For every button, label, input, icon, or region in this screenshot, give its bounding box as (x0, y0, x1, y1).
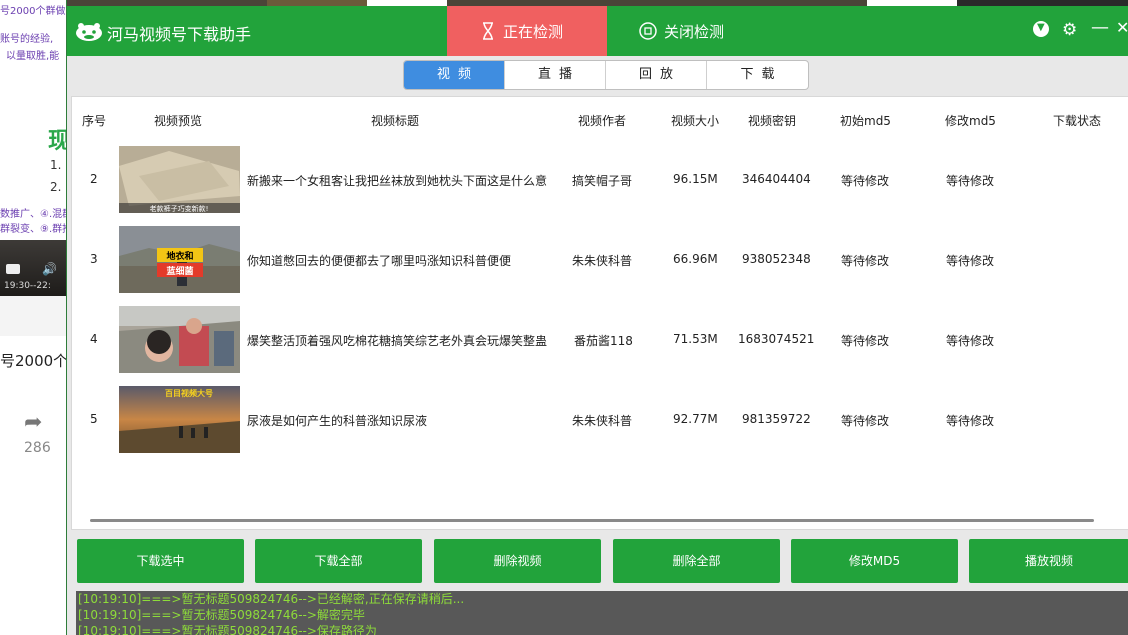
video-table: 序号 视频预览 视频标题 视频作者 视频大小 视频密钥 初始md5 修改md5 … (71, 96, 1128, 530)
stop-circle-icon (639, 22, 657, 40)
row-md5-init: 等待修改 (841, 174, 890, 188)
horizontal-scrollbar[interactable] (90, 519, 1094, 522)
row-md5-mod: 等待修改 (946, 174, 995, 188)
video-thumbnail[interactable]: 地衣和 蓝细菌 (119, 226, 240, 293)
col-key: 视频密钥 (748, 114, 797, 128)
log-line: [10:19:10]===>暂无标题509824746-->解密完毕 (78, 608, 365, 622)
tab-download[interactable]: 下载 (707, 61, 808, 89)
share-count: 286 (24, 440, 51, 456)
minimize-icon[interactable]: — (1091, 17, 1109, 38)
table-header: 序号 视频预览 视频标题 视频作者 视频大小 视频密钥 初始md5 修改md5 … (72, 105, 1128, 135)
tab-close-detect-label: 关闭检测 (664, 23, 725, 41)
volume-icon[interactable]: 🔊 (42, 262, 57, 276)
row-size: 96.15M (673, 172, 718, 186)
share-icon[interactable]: ➦ (24, 410, 42, 435)
tab-close-detect[interactable]: 关闭检测 (637, 6, 777, 56)
bg-text: 账号的经验, (0, 34, 54, 45)
col-index: 序号 (82, 114, 107, 128)
row-key: 938052348 (742, 252, 811, 266)
hourglass-icon (483, 22, 493, 40)
row-title: 新搬来一个女租客让我把丝袜放到她枕头下面这是什么意 (247, 174, 548, 188)
app-title: 河马视频号下载助手 (107, 25, 252, 44)
log-console[interactable]: [10:19:10]===>暂无标题509824746-->已经解密,正在保存请… (76, 591, 1128, 635)
tab-video[interactable]: 视频 (404, 61, 505, 89)
row-md5-mod: 等待修改 (946, 254, 995, 268)
bg-text: 号2000个群 (0, 352, 68, 370)
col-title: 视频标题 (371, 114, 420, 128)
row-md5-init: 等待修改 (841, 334, 890, 348)
log-line: [10:19:10]===>暂无标题509824746-->保存路径为 (78, 624, 377, 635)
app-logo-icon (76, 23, 102, 41)
bg-video-time: 19:30--22: (4, 281, 51, 291)
tab-detecting[interactable]: 正在检测 (447, 6, 607, 56)
row-key: 1683074521 (738, 332, 815, 346)
row-author: 朱朱侠科普 (572, 254, 633, 268)
category-tabs: 视频 直播 回放 下载 (403, 60, 809, 90)
tab-replay[interactable]: 回放 (606, 61, 707, 89)
download-all-button[interactable]: 下载全部 (255, 539, 422, 583)
thumb-caption: 百目视频大号 (165, 388, 213, 398)
col-author: 视频作者 (578, 114, 627, 128)
col-preview: 视频预览 (154, 114, 203, 128)
bg-list-num: 1. (50, 158, 62, 172)
delete-video-button[interactable]: 删除视频 (434, 539, 601, 583)
bg-text: 以量取胜,能 (6, 51, 60, 62)
row-md5-init: 等待修改 (841, 414, 890, 428)
bg-video-player[interactable]: 🔊 19:30--22: (0, 240, 68, 296)
close-icon[interactable]: ✕ (1116, 18, 1128, 37)
danmaku-icon[interactable] (6, 264, 20, 274)
vip-icon[interactable]: ▼ (1033, 21, 1049, 37)
tab-detecting-label: 正在检测 (503, 23, 564, 41)
row-author: 搞笑帽子哥 (572, 174, 633, 188)
row-md5-mod: 等待修改 (946, 334, 995, 348)
video-thumbnail[interactable]: 老款裤子巧变新款! (119, 146, 240, 213)
table-row[interactable]: 3 地衣和 蓝细菌 你知道憋回去的便便都去了哪里吗涨知识科普便便 朱朱侠科普 6… (72, 219, 1128, 299)
log-line: [10:19:10]===>暂无标题509824746-->已经解密,正在保存请… (78, 592, 465, 606)
background-page: 号2000个群做号操作: 账号的经验, 以量取胜,能 现 1. 2. 数推广、④… (0, 0, 68, 635)
row-size: 71.53M (673, 332, 718, 346)
row-index: 3 (90, 252, 98, 266)
gear-icon[interactable]: ⚙ (1062, 20, 1077, 40)
play-video-button[interactable]: 播放视频 (969, 539, 1128, 583)
row-author: 番茄酱118 (574, 334, 633, 348)
svg-text:地衣和: 地衣和 (166, 250, 193, 262)
row-md5-init: 等待修改 (841, 254, 890, 268)
row-title: 爆笑整活顶着强风吃棉花糖搞笑综艺老外真会玩爆笑整蛊 (247, 334, 548, 348)
row-md5-mod: 等待修改 (946, 414, 995, 428)
video-thumbnail[interactable] (119, 306, 240, 373)
tab-live[interactable]: 直播 (505, 61, 606, 89)
col-status: 下载状态 (1053, 114, 1102, 128)
row-title: 你知道憋回去的便便都去了哪里吗涨知识科普便便 (247, 254, 512, 268)
row-index: 5 (90, 412, 98, 426)
row-key: 346404404 (742, 172, 811, 186)
table-row[interactable]: 2 老款裤子巧变新款! 新搬来一个女租客让我把丝袜放到她枕头下面这是什么意 搞笑… (72, 139, 1128, 219)
row-size: 66.96M (673, 252, 718, 266)
bg-text: 数推广、④.混群 (0, 209, 68, 220)
row-author: 朱朱侠科普 (572, 414, 633, 428)
video-thumbnail[interactable]: 百目视频大号 (119, 386, 240, 453)
svg-text:蓝细菌: 蓝细菌 (166, 265, 193, 277)
thumb-caption: 老款裤子巧变新款! (150, 204, 209, 213)
row-title: 尿液是如何产生的科普涨知识尿液 (247, 414, 428, 428)
modify-md5-button[interactable]: 修改MD5 (791, 539, 958, 583)
bg-text: 群裂变、⑨.群推 (0, 224, 68, 235)
bg-title: 号2000个群做号操作: (0, 6, 68, 17)
row-index: 2 (90, 172, 98, 186)
table-row[interactable]: 4 爆笑整活顶着强风吃棉花糖搞笑综艺老外真会玩爆笑整蛊 番茄酱118 71.53… (72, 299, 1128, 379)
bg-divider (0, 296, 68, 336)
table-row[interactable]: 5 百目视频大号 尿液是如何产生的科普涨知识尿液 朱朱侠科普 92.77M 98… (72, 379, 1128, 459)
app-window: 河马视频号下载助手 正在检测 关闭检测 ▼ ⚙ — ✕ 视频 直播 回放 下载 … (66, 0, 1128, 635)
delete-all-button[interactable]: 删除全部 (613, 539, 780, 583)
row-index: 4 (90, 332, 98, 346)
bg-list-num: 2. (50, 180, 62, 194)
col-md5-init: 初始md5 (840, 114, 891, 128)
download-selected-button[interactable]: 下载选中 (77, 539, 244, 583)
bg-heading: 现 (48, 129, 68, 154)
row-key: 981359722 (742, 412, 811, 426)
title-bar: 河马视频号下载助手 正在检测 关闭检测 ▼ ⚙ — ✕ (67, 6, 1128, 56)
col-md5-mod: 修改md5 (945, 114, 996, 128)
col-size: 视频大小 (671, 114, 720, 128)
row-size: 92.77M (673, 412, 718, 426)
